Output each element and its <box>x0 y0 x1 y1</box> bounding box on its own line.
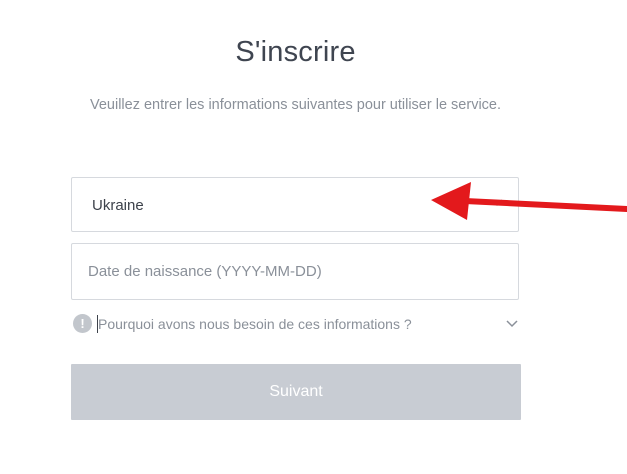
page-title: S'inscrire <box>235 36 356 68</box>
birthdate-input[interactable] <box>72 244 518 299</box>
red-arrow-icon <box>431 182 627 220</box>
info-text: Pourquoi avons nous besoin de ces inform… <box>98 316 412 332</box>
page-subtitle: Veuillez entrer les informations suivant… <box>89 97 502 113</box>
chevron-down-icon[interactable] <box>505 319 519 329</box>
info-icon: ! <box>73 314 92 333</box>
country-select-value: Ukraine <box>92 197 144 214</box>
birthdate-field[interactable] <box>71 243 519 300</box>
info-disclosure[interactable]: ! Pourquoi avons nous besoin de ces info… <box>71 313 521 335</box>
next-button[interactable]: Suivant <box>71 364 521 420</box>
